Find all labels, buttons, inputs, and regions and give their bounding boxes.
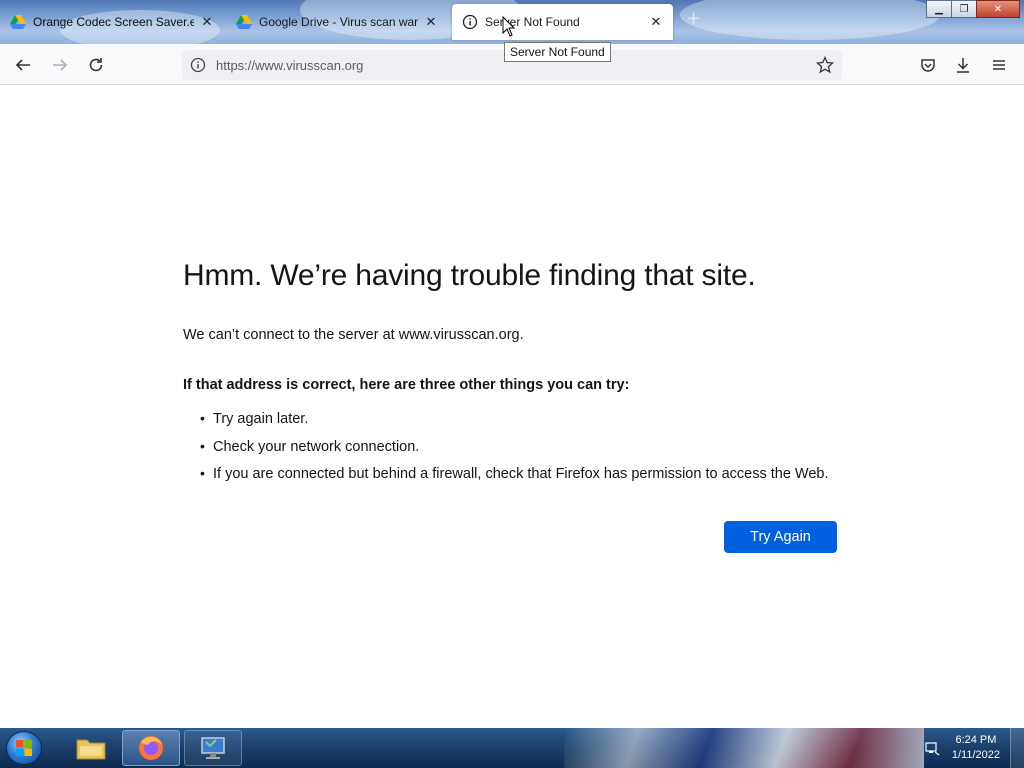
pocket-icon	[921, 59, 935, 72]
window-controls: ▁ ❐ ✕	[926, 0, 1020, 18]
network-icon[interactable]	[924, 740, 940, 756]
taskbar-explorer[interactable]	[62, 730, 120, 766]
taskbar: 6:24 PM 1/11/2022	[0, 728, 1024, 768]
tab-google-drive[interactable]: Google Drive - Virus scan warning ✕	[226, 4, 448, 40]
close-window-button[interactable]: ✕	[976, 0, 1020, 18]
reload-button[interactable]	[84, 53, 108, 77]
close-tab-icon[interactable]: ✕	[200, 14, 214, 30]
forward-button[interactable]	[48, 53, 72, 77]
error-description: We can’t connect to the server at www.vi…	[183, 327, 524, 343]
minimize-button[interactable]: ▁	[926, 0, 952, 18]
forward-arrow-icon	[53, 59, 68, 71]
clock-time: 6:24 PM	[955, 734, 997, 746]
info-icon	[462, 14, 478, 30]
taskbar-firefox[interactable]	[122, 730, 180, 766]
suggestions-list: Try again later. Check your network conn…	[200, 410, 829, 494]
list-item: Try again later.	[200, 410, 829, 439]
info-icon	[190, 57, 206, 73]
close-tab-icon[interactable]: ✕	[649, 14, 663, 30]
tab-title: Orange Codec Screen Saver.exe	[33, 15, 194, 29]
start-button[interactable]	[6, 731, 42, 765]
url-text[interactable]: https://www.virusscan.org	[216, 58, 363, 73]
back-button[interactable]	[11, 53, 35, 77]
tab-tooltip: Server Not Found	[504, 42, 611, 62]
back-arrow-icon	[15, 59, 30, 71]
mouse-cursor-icon	[502, 16, 516, 37]
list-item: Check your network connection.	[200, 438, 829, 467]
new-tab-icon[interactable]: +	[686, 8, 701, 29]
tab-title: Google Drive - Virus scan warning	[259, 15, 418, 29]
wallpaper-decoration	[564, 728, 924, 768]
try-again-button[interactable]: Try Again	[724, 521, 837, 553]
taskbar-remote-desktop[interactable]	[184, 730, 242, 766]
error-page: Hmm. We’re having trouble finding that s…	[0, 85, 1024, 728]
bookmark-star-icon[interactable]	[816, 56, 834, 74]
suggestions-heading: If that address is correct, here are thr…	[183, 377, 630, 393]
firefox-icon	[139, 736, 163, 760]
close-tab-icon[interactable]: ✕	[424, 14, 438, 30]
google-drive-icon	[10, 14, 26, 30]
clock-date: 1/11/2022	[951, 749, 1000, 761]
tab-orange-codec[interactable]: Orange Codec Screen Saver.exe ✕	[0, 4, 224, 40]
hamburger-menu-icon	[993, 60, 1005, 70]
restore-button[interactable]: ❐	[951, 0, 977, 18]
downloads-button[interactable]	[951, 53, 975, 77]
show-desktop-button[interactable]	[1010, 728, 1024, 768]
error-title: Hmm. We’re having trouble finding that s…	[183, 259, 756, 292]
system-tray: 6:24 PM 1/11/2022	[914, 728, 1024, 768]
monitor-icon	[201, 737, 225, 759]
pocket-button[interactable]	[916, 53, 940, 77]
reload-icon	[89, 58, 103, 72]
folder-icon	[76, 739, 106, 760]
windows-logo-icon	[16, 740, 32, 756]
menu-button[interactable]	[987, 53, 1011, 77]
list-item: If you are connected but behind a firewa…	[200, 465, 829, 494]
tab-server-not-found[interactable]: Server Not Found ✕	[452, 4, 673, 40]
clock[interactable]: 6:24 PM 1/11/2022	[952, 733, 1000, 763]
google-drive-icon	[236, 14, 252, 30]
download-icon	[957, 58, 969, 73]
